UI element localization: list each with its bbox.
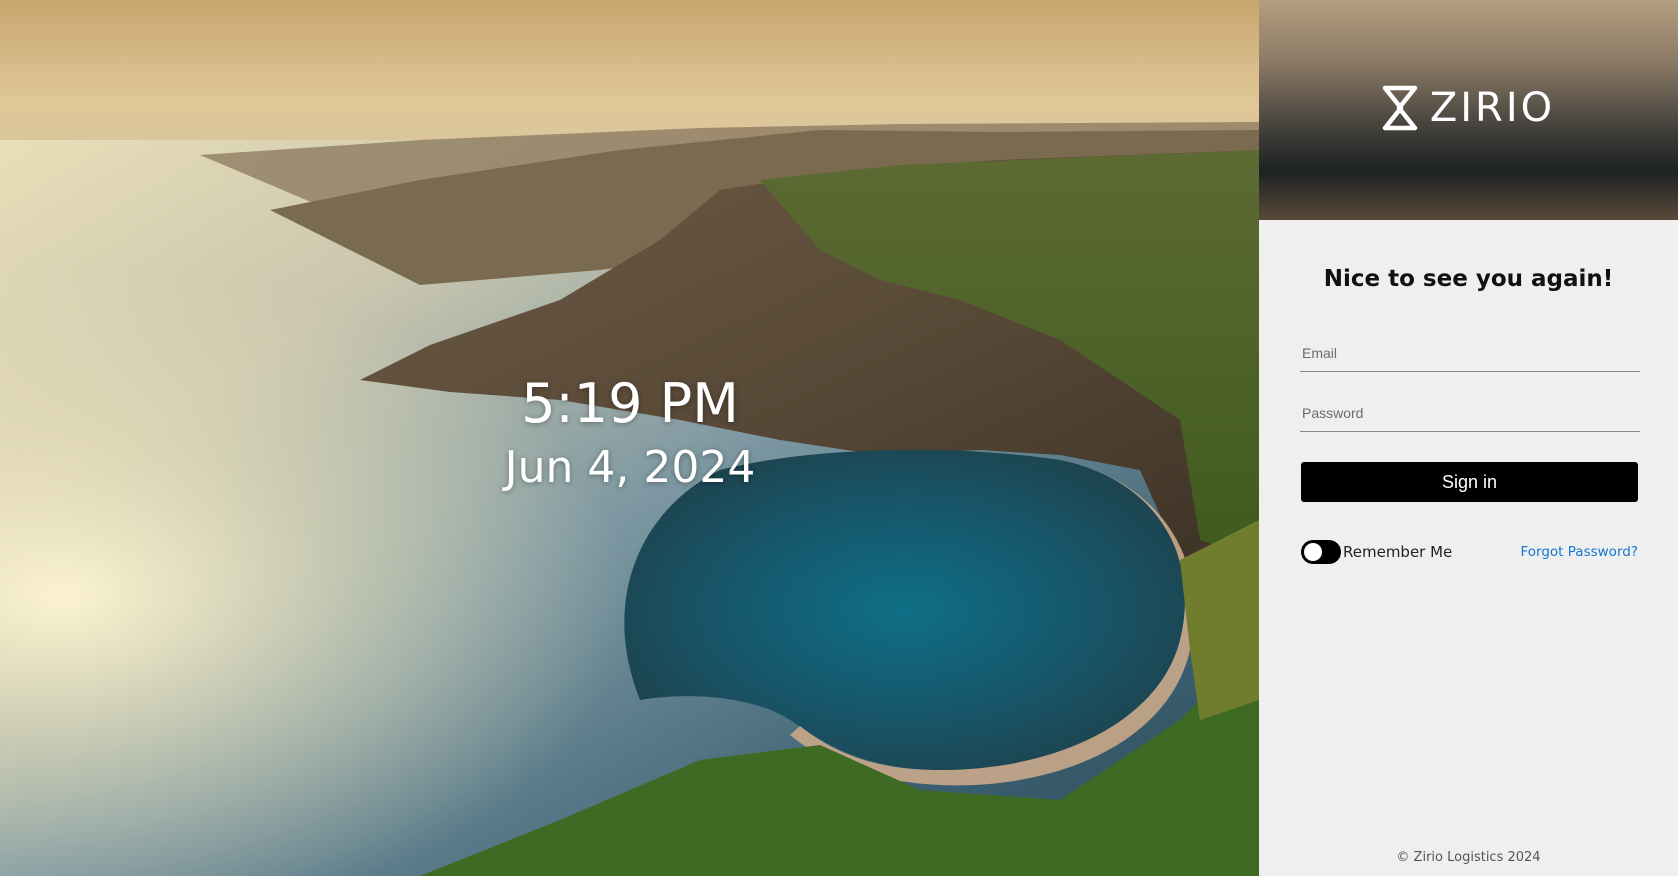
clock-date: Jun 4, 2024 bbox=[504, 442, 756, 493]
background-landscape-image: 5:19 PM Jun 4, 2024 bbox=[0, 0, 1259, 876]
email-field-wrapper bbox=[1300, 334, 1640, 372]
clock-time: 5:19 PM bbox=[521, 372, 739, 435]
brand-name: ZIRIO bbox=[1429, 85, 1556, 131]
copyright-footer: © Zirio Logistics 2024 bbox=[1396, 850, 1541, 865]
clock-display: 5:19 PM Jun 4, 2024 bbox=[420, 372, 840, 496]
remember-me-control: Remember Me bbox=[1301, 540, 1452, 564]
brand-logo: ZIRIO bbox=[1382, 85, 1555, 131]
remember-me-toggle[interactable] bbox=[1301, 540, 1341, 564]
forgot-password-link[interactable]: Forgot Password? bbox=[1521, 544, 1639, 560]
password-field[interactable] bbox=[1300, 394, 1640, 431]
login-heading: Nice to see you again! bbox=[1323, 266, 1614, 292]
login-panel: ZIRIO Nice to see you again! Sign in Rem… bbox=[1259, 0, 1678, 876]
email-field[interactable] bbox=[1300, 334, 1640, 371]
password-field-wrapper bbox=[1300, 394, 1640, 432]
zirio-logo-icon bbox=[1382, 85, 1418, 131]
brand-header: ZIRIO bbox=[1259, 0, 1678, 220]
toggle-knob bbox=[1304, 543, 1322, 561]
sign-in-button[interactable]: Sign in bbox=[1301, 462, 1638, 502]
remember-me-label: Remember Me bbox=[1343, 543, 1453, 561]
